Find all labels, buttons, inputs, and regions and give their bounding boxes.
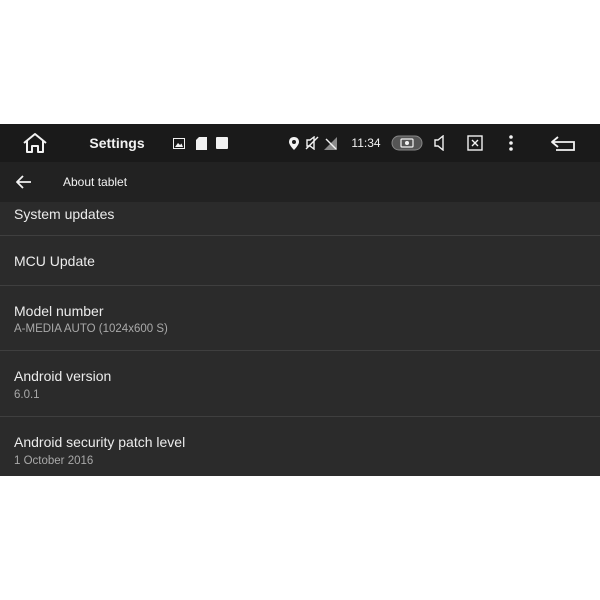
volume-icon[interactable] bbox=[432, 124, 448, 162]
item-title: System updates bbox=[14, 206, 115, 222]
status-bar: Settings 11:34 bbox=[0, 124, 600, 162]
settings-list: System updates MCU Update Model number A… bbox=[0, 202, 600, 476]
list-item-mcu-update[interactable]: MCU Update bbox=[0, 236, 600, 286]
item-title: Model number bbox=[14, 303, 104, 319]
image-icon bbox=[172, 124, 186, 162]
item-summary: A-MEDIA AUTO (1024x600 S) bbox=[14, 323, 168, 335]
no-signal-icon bbox=[322, 124, 338, 162]
page-title: About tablet bbox=[63, 175, 128, 189]
list-item-system-updates[interactable]: System updates bbox=[0, 202, 600, 236]
arrow-left-icon bbox=[16, 175, 31, 189]
android-screen: Settings 11:34 About tablet System updat… bbox=[0, 124, 600, 476]
item-summary: 6.0.1 bbox=[14, 389, 40, 401]
home-icon[interactable] bbox=[20, 124, 50, 162]
item-title: Android security patch level bbox=[14, 434, 186, 450]
item-title: MCU Update bbox=[14, 253, 95, 269]
list-item-android-version[interactable]: Android version 6.0.1 bbox=[0, 351, 600, 417]
app-bar: About tablet bbox=[0, 162, 600, 202]
item-summary: 1 October 2016 bbox=[14, 455, 94, 467]
screenshot-icon[interactable] bbox=[466, 124, 484, 162]
back-arrow-icon[interactable] bbox=[548, 124, 580, 162]
camera-icon[interactable] bbox=[390, 124, 424, 162]
list-item-model-number[interactable]: Model number A-MEDIA AUTO (1024x600 S) bbox=[0, 286, 600, 351]
list-item-security-patch[interactable]: Android security patch level 1 October 2… bbox=[0, 417, 600, 476]
status-title: Settings bbox=[89, 135, 145, 151]
stop-square-icon bbox=[214, 124, 230, 162]
mute-icon bbox=[304, 124, 320, 162]
location-pin-icon bbox=[288, 124, 300, 162]
more-vert-icon[interactable] bbox=[504, 124, 518, 162]
back-button[interactable] bbox=[8, 168, 40, 196]
sd-card-icon bbox=[194, 124, 208, 162]
clock: 11:34 bbox=[351, 136, 381, 150]
item-title: Android version bbox=[14, 368, 112, 384]
